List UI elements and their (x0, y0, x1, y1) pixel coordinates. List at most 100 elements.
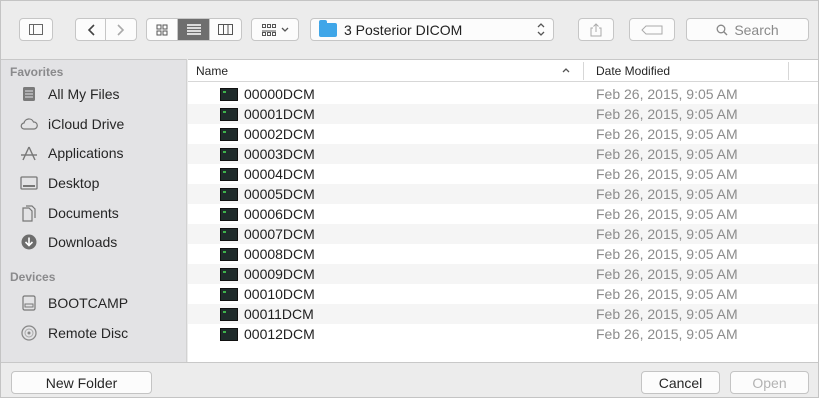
terminal-file-icon (220, 328, 238, 341)
sidebar-item-applications[interactable]: Applications (19, 141, 179, 165)
table-row[interactable]: 00000DCM Feb 26, 2015, 9:05 AM (188, 84, 818, 104)
column-header-name[interactable]: Name (196, 64, 228, 78)
tag-icon (641, 25, 663, 34)
tag-button[interactable] (629, 18, 675, 41)
table-row[interactable]: 00003DCM Feb 26, 2015, 9:05 AM (188, 144, 818, 164)
table-row[interactable]: 00004DCM Feb 26, 2015, 9:05 AM (188, 164, 818, 184)
file-date-modified: Feb 26, 2015, 9:05 AM (596, 306, 738, 322)
forward-button[interactable] (106, 19, 136, 40)
path-popup[interactable]: 3 Posterior DICOM (310, 18, 554, 41)
table-row[interactable]: 00007DCM Feb 26, 2015, 9:05 AM (188, 224, 818, 244)
table-row[interactable]: 00002DCM Feb 26, 2015, 9:05 AM (188, 124, 818, 144)
search-icon (716, 24, 728, 35)
all-files-icon (19, 84, 39, 104)
table-row[interactable]: 00012DCM Feb 26, 2015, 9:05 AM (188, 324, 818, 344)
file-name: 00007DCM (244, 226, 315, 242)
terminal-file-icon (220, 228, 238, 241)
terminal-file-icon (220, 148, 238, 161)
icon-view-button[interactable] (147, 19, 179, 40)
column-header-date-modified[interactable]: Date Modified (596, 64, 670, 78)
file-name: 00004DCM (244, 166, 315, 182)
sidebar-item-bootcamp[interactable]: BOOTCAMP (19, 291, 179, 315)
file-date-modified: Feb 26, 2015, 9:05 AM (596, 246, 738, 262)
sidebar-toggle-button[interactable] (19, 18, 53, 41)
open-button[interactable]: Open (730, 371, 809, 394)
terminal-file-icon (220, 248, 238, 261)
sort-ascending-icon (562, 64, 570, 76)
terminal-file-icon (220, 168, 238, 181)
file-date-modified: Feb 26, 2015, 9:05 AM (596, 266, 738, 282)
file-date-modified: Feb 26, 2015, 9:05 AM (596, 226, 738, 242)
sidebar-item-label: Applications (48, 145, 124, 161)
arrange-menu-button[interactable] (251, 18, 299, 41)
table-row[interactable]: 00006DCM Feb 26, 2015, 9:05 AM (188, 204, 818, 224)
table-row[interactable]: 00008DCM Feb 26, 2015, 9:05 AM (188, 244, 818, 264)
sidebar-item-label: BOOTCAMP (48, 295, 129, 311)
cancel-button[interactable]: Cancel (641, 371, 720, 394)
list-icon (186, 24, 201, 35)
sidebar-item-label: iCloud Drive (48, 116, 125, 132)
devices-header: Devices (10, 270, 56, 284)
file-name: 00012DCM (244, 326, 315, 342)
desktop-icon (19, 173, 39, 193)
toolbar: 3 Posterior DICOM Search (1, 1, 818, 59)
table-row[interactable]: 00010DCM Feb 26, 2015, 9:05 AM (188, 284, 818, 304)
file-name: 00002DCM (244, 126, 315, 142)
list-view-button[interactable] (178, 19, 210, 40)
terminal-file-icon (220, 308, 238, 321)
sidebar-item-documents[interactable]: Documents (19, 201, 179, 225)
sidebar-item-label: Documents (48, 205, 119, 221)
sidebar-item-all-my-files[interactable]: All My Files (19, 82, 179, 106)
terminal-file-icon (220, 288, 238, 301)
file-date-modified: Feb 26, 2015, 9:05 AM (596, 326, 738, 342)
table-row[interactable]: 00011DCM Feb 26, 2015, 9:05 AM (188, 304, 818, 324)
view-mode-control (146, 18, 242, 41)
column-view-button[interactable] (210, 19, 241, 40)
back-button[interactable] (76, 19, 107, 40)
table-row[interactable]: 00009DCM Feb 26, 2015, 9:05 AM (188, 264, 818, 284)
file-list: Name Date Modified 00000DCM Feb 26, 2015,… (188, 59, 818, 362)
sidebar-item-label: Desktop (48, 175, 100, 191)
file-name: 00009DCM (244, 266, 315, 282)
file-name: 00001DCM (244, 106, 315, 122)
terminal-file-icon (220, 88, 238, 101)
search-placeholder: Search (734, 21, 779, 38)
column-header: Name Date Modified (188, 60, 818, 82)
file-date-modified: Feb 26, 2015, 9:05 AM (596, 206, 738, 222)
sidebar-item-icloud-drive[interactable]: iCloud Drive (19, 112, 179, 136)
table-row[interactable]: 00005DCM Feb 26, 2015, 9:05 AM (188, 184, 818, 204)
file-date-modified: Feb 26, 2015, 9:05 AM (596, 86, 738, 102)
path-folder-label: 3 Posterior DICOM (344, 21, 463, 38)
sidebar-item-downloads[interactable]: Downloads (19, 230, 179, 254)
terminal-file-icon (220, 128, 238, 141)
terminal-file-icon (220, 268, 238, 281)
sidebar-item-remote-disc[interactable]: Remote Disc (19, 321, 179, 345)
open-dialog: 3 Posterior DICOM Search Favorites All M… (0, 0, 819, 398)
file-name: 00000DCM (244, 86, 315, 102)
sidebar: Favorites All My Files iCloud Drive Appl… (1, 59, 187, 362)
table-row[interactable]: 00001DCM Feb 26, 2015, 9:05 AM (188, 104, 818, 124)
sidebar-item-label: Remote Disc (48, 325, 129, 341)
file-name: 00003DCM (244, 146, 315, 162)
grid-icon (156, 24, 168, 35)
chevron-left-icon (87, 23, 95, 36)
column-divider[interactable] (788, 62, 789, 80)
share-icon (590, 22, 602, 36)
file-name: 00011DCM (244, 306, 314, 322)
bottom-bar: New Folder Cancel Open (1, 362, 818, 397)
share-button[interactable] (578, 18, 614, 41)
sidebar-item-label: Downloads (48, 234, 118, 250)
group-icon (261, 23, 276, 36)
new-folder-button[interactable]: New Folder (11, 371, 152, 394)
file-date-modified: Feb 26, 2015, 9:05 AM (596, 126, 738, 142)
file-name: 00010DCM (244, 286, 315, 302)
search-input[interactable]: Search (686, 18, 809, 41)
terminal-file-icon (220, 188, 238, 201)
file-date-modified: Feb 26, 2015, 9:05 AM (596, 166, 738, 182)
favorites-header: Favorites (10, 65, 64, 79)
disk-icon (19, 293, 39, 313)
sidebar-item-label: All My Files (48, 86, 120, 102)
sidebar-item-desktop[interactable]: Desktop (19, 171, 179, 195)
folder-icon (319, 19, 337, 37)
column-divider[interactable] (583, 62, 584, 80)
